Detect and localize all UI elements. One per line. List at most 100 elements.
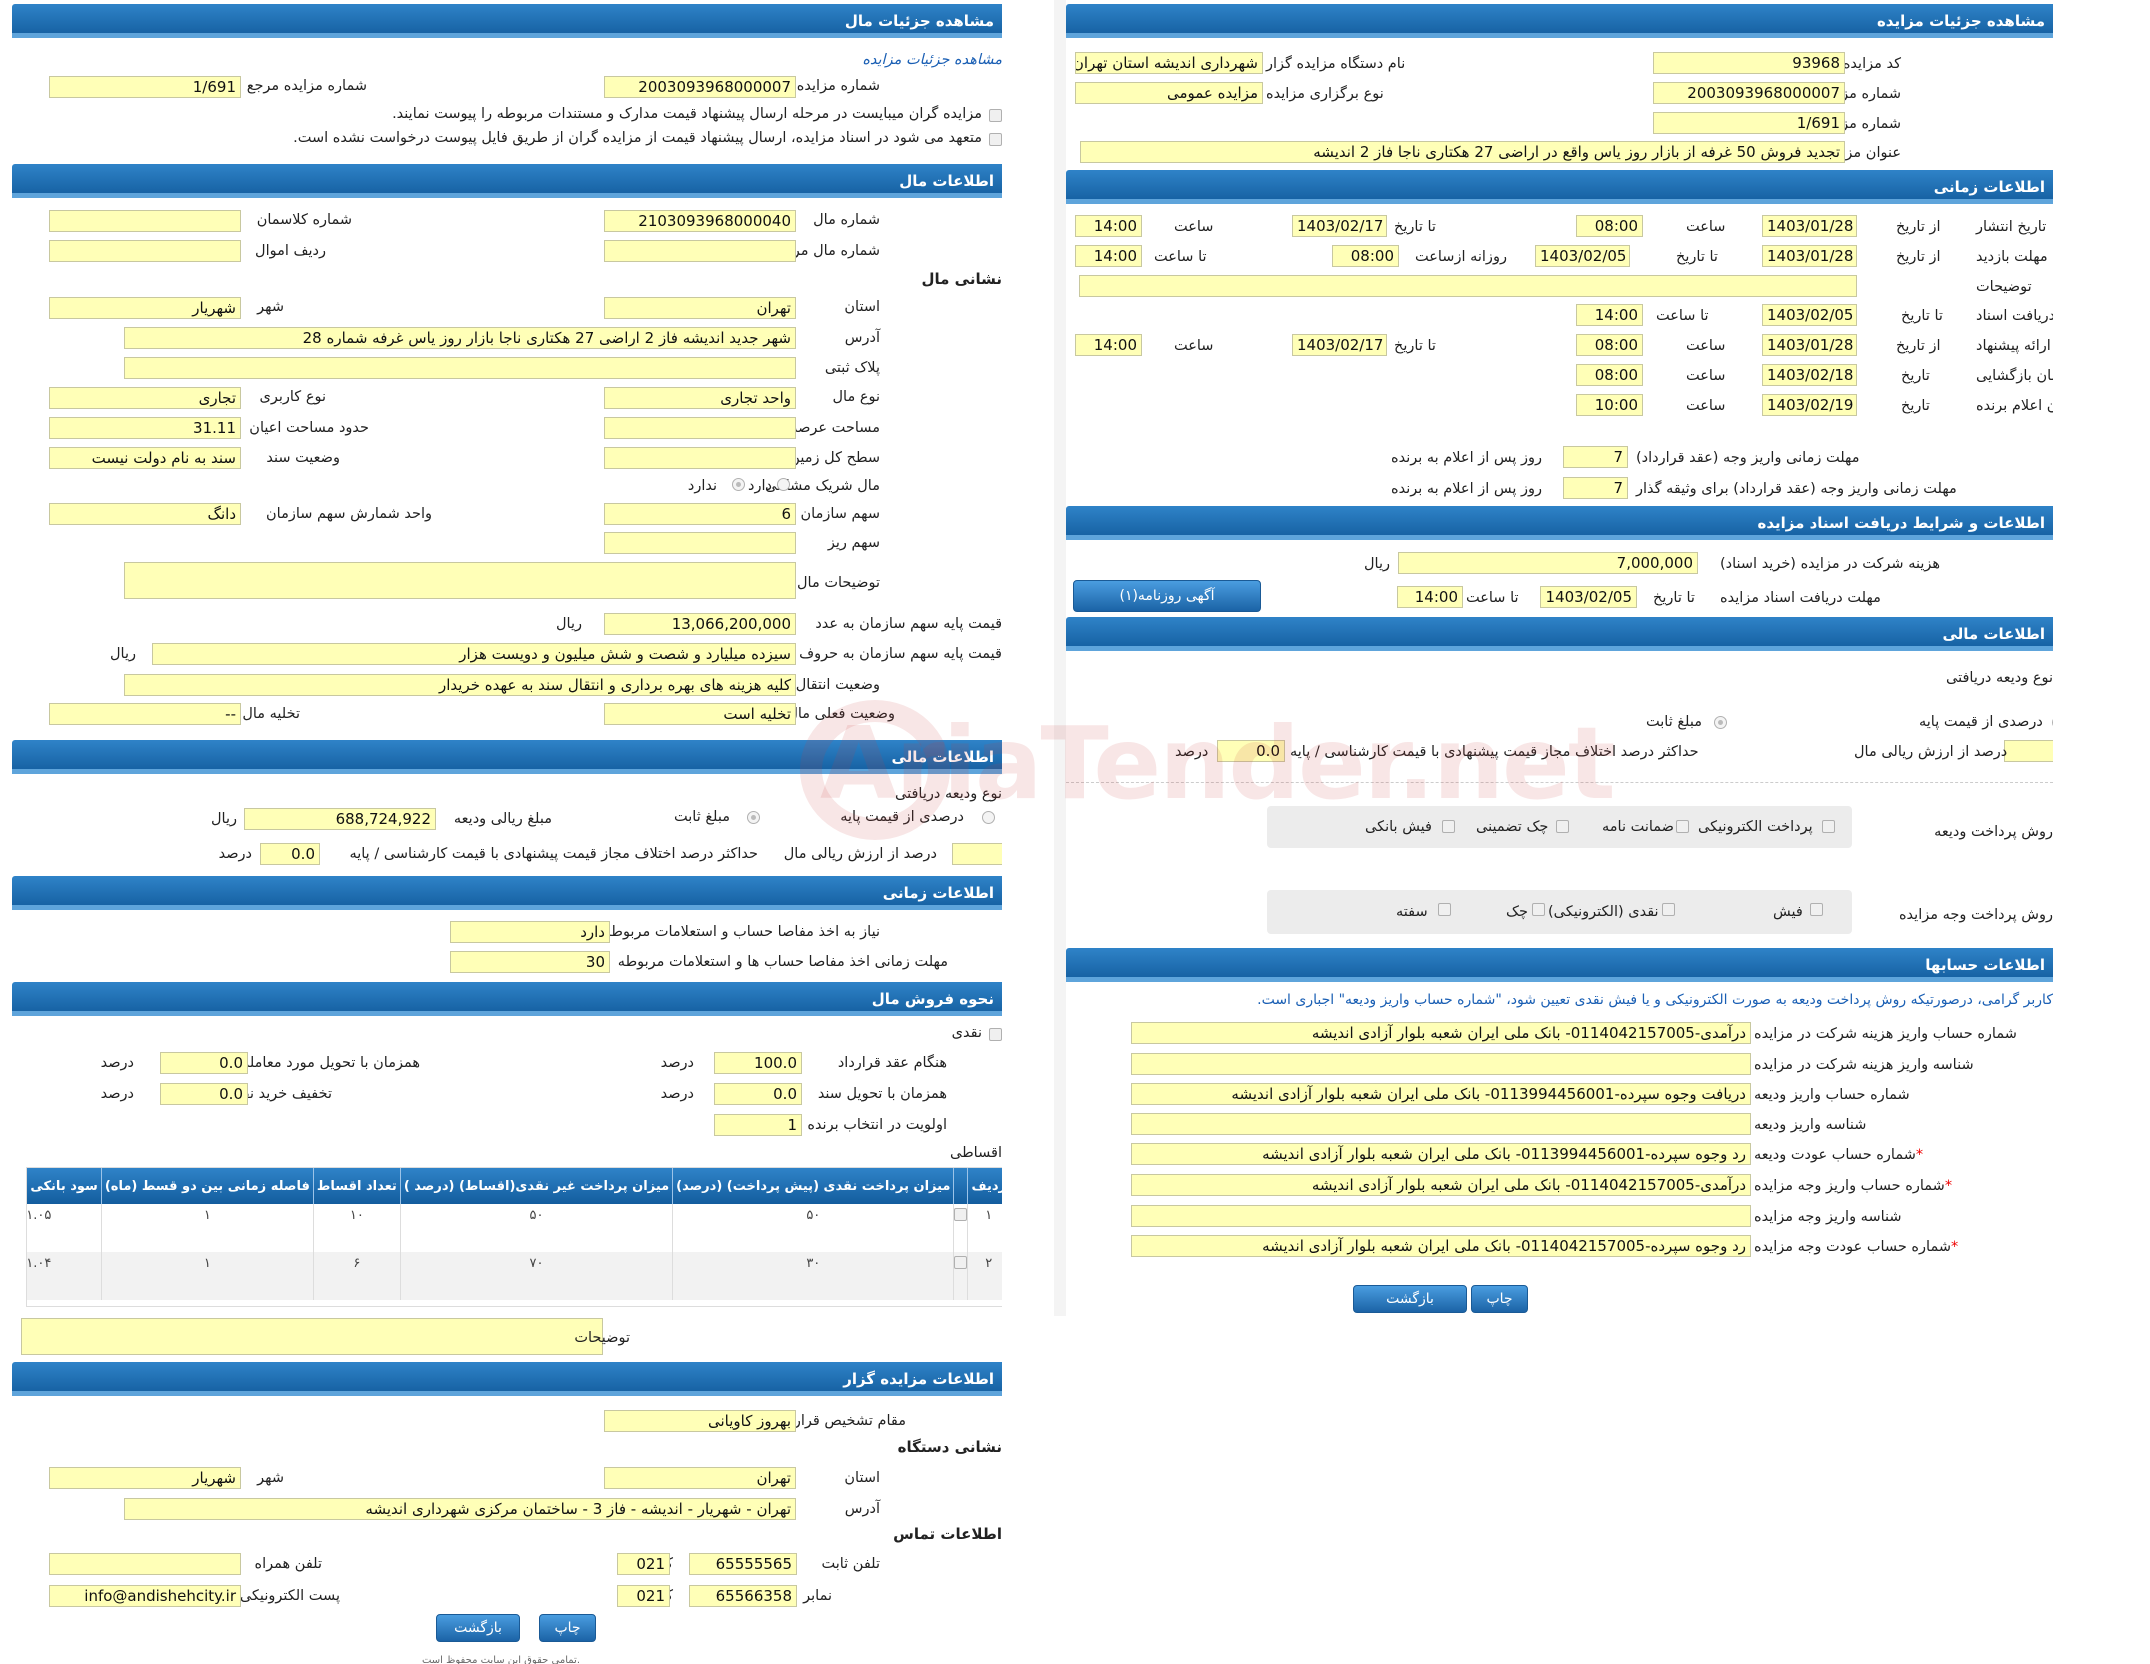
asset-row-field	[49, 240, 241, 262]
auction-no-field-r: 2003093968000007	[1653, 82, 1845, 104]
auction-kind-field: مزایده عمومی	[1075, 82, 1263, 104]
table-cell: ۳۰	[672, 1252, 955, 1300]
table-cell: ۱۰	[313, 1204, 401, 1252]
bond-deadline-days: روز پس از اعلام به برنده	[1391, 481, 1543, 497]
usage-label: نوع کاربری	[259, 389, 327, 405]
fax-code-field: 021	[617, 1585, 670, 1607]
print-button[interactable]: چاپ	[539, 1614, 596, 1642]
daily-to-field: 14:00	[1075, 245, 1142, 267]
daily-to-label: تا ساعت	[1154, 249, 1207, 265]
acc1-field: درآمدی-0114042157005- بانک ملی ایران شعب…	[1131, 1022, 1751, 1044]
header-accounts: اطلاعات حسابها	[1066, 948, 2053, 982]
auction-details-panel: مشاهده جزئیات مزایده کد مزایده گزار 9396…	[1054, 0, 2053, 1316]
dm-guarantee-checkbox	[1676, 820, 1689, 833]
max-diff-percent: درصد	[218, 846, 252, 862]
with-doc-percent: درصد	[660, 1086, 694, 1102]
address-label: آدرس	[844, 330, 880, 346]
header-financial-info-r: اطلاعات مالی	[1066, 617, 2053, 651]
table-cell: ۱.۰۴	[27, 1252, 102, 1300]
installment-notes-label: توضیحات	[574, 1330, 630, 1346]
phone-code-field: 021	[617, 1553, 670, 1575]
vacate-field: --	[49, 703, 241, 725]
authority-label: مقام تشخیص قرارداد	[776, 1413, 906, 1429]
pm-slip-label: فیش	[1773, 904, 1803, 920]
required-star: *	[1944, 1178, 1953, 1194]
ref-no-label: شماره مزایده مرجع	[246, 78, 367, 94]
note1-checkbox	[989, 109, 1002, 122]
table-cell: ۱.۰۵	[27, 1204, 102, 1252]
offer-from-time-field: 08:00	[1576, 334, 1643, 356]
price-num-label: قیمت پایه سهم سازمان به عدد	[815, 616, 1002, 632]
clearance-days-field: 30	[450, 951, 610, 973]
pm-check-label: چک	[1506, 904, 1528, 920]
row-checkbox[interactable]	[954, 1208, 968, 1221]
table-header-cell: فاصله زمانی بین دو قسط (ماه)	[101, 1168, 314, 1204]
row-select-checkbox[interactable]	[953, 1204, 969, 1252]
class-no-label: شماره کلاسمان	[256, 212, 352, 228]
pm-check-checkbox	[1532, 903, 1545, 916]
cash-discount-field: 0.0	[160, 1083, 248, 1105]
daily-from-field: 08:00	[1332, 245, 1399, 267]
table-header-cell: تعداد اقساط	[313, 1168, 401, 1204]
fax-field: 65566358	[689, 1585, 797, 1607]
table-row: ۲۳۰۷۰۶۱۱.۰۴۳اولویت نقدی	[27, 1252, 1002, 1300]
offer-to-time-label: ساعت	[1174, 338, 1214, 354]
table-header-cell: ردیف	[967, 1168, 1002, 1204]
table-cell: ۶	[313, 1252, 401, 1300]
priority-label: اولویت در انتخاب برنده	[807, 1117, 947, 1133]
pub-to-time-label: ساعت	[1174, 219, 1214, 235]
visit-to-field: 1403/02/05	[1535, 245, 1630, 267]
fax-label: نمابر	[803, 1588, 832, 1604]
pm-cash-checkbox	[1662, 903, 1675, 916]
row-checkbox[interactable]	[954, 1256, 968, 1269]
daily-label: روزانه ازساعت	[1415, 249, 1507, 265]
table-cell: ۵۰	[672, 1204, 955, 1252]
newspaper-ad-button[interactable]: آگهی روزنامه(۱)	[1073, 580, 1261, 612]
back-button-r[interactable]: بازگشت	[1353, 1285, 1467, 1313]
table-row: ۱۵۰۵۰۱۰۱۱.۰۵۲اولویت نقدی	[27, 1204, 1002, 1252]
open-label: زمان بازگشایی	[1976, 368, 2053, 384]
with-delivery-percent: درصد	[100, 1055, 134, 1071]
bond-deadline-field: 7	[1563, 477, 1628, 499]
winner-time-field: 10:00	[1576, 394, 1643, 416]
table-header-cell: میزان پرداخت غیر نقدی(اقساط) (درصد )	[400, 1168, 674, 1204]
offer-from-label: از تاریخ	[1896, 338, 1941, 354]
pct-value-label-r: درصد از ارزش ریالی مال	[1854, 744, 2008, 760]
price-txt-rial: ریال	[110, 646, 136, 662]
winner-date-label: تاریخ	[1901, 398, 1930, 414]
auction-details-page: مشاهده جزئیات مزایده کد مزایده گزار 9396…	[1066, 0, 2053, 1316]
type-field: واحد تجاری	[604, 387, 796, 409]
back-button[interactable]: بازگشت	[436, 1614, 520, 1642]
auction-no-field: 2003093968000007	[604, 76, 796, 98]
pct-value-label: درصد از ارزش ریالی مال	[783, 846, 937, 862]
bldg-area-label: حدود مساحت اعیان	[249, 420, 369, 436]
deposit-amount-field: 688,724,922	[244, 808, 436, 830]
watermark: AriaTender.net	[820, 705, 1616, 822]
docs-label: مهلت دریافت اسناد	[1976, 308, 2053, 324]
breadcrumb[interactable]: مشاهده جزئیات مزایده	[862, 52, 1002, 68]
offer-from-time-label: ساعت	[1686, 338, 1726, 354]
cash-discount-percent: درصد	[100, 1086, 134, 1102]
row-select-checkbox[interactable]	[953, 1252, 969, 1300]
deposit-fixed-label-r: مبلغ ثابت	[1646, 714, 1702, 730]
occupancy-field: تخلیه است	[604, 703, 796, 725]
doc-deadline-label: مهلت دریافت اسناد مزایده	[1720, 590, 1881, 606]
max-diff-field: 0.0	[260, 843, 320, 865]
section-org-address: نشانی دستگاه	[897, 1438, 1002, 1456]
org-city-field: شهریار	[49, 1467, 241, 1489]
table-cell: ۱	[101, 1252, 314, 1300]
accounts-note: کاربر گرامی، درصورتیکه روش پرداخت ودیعه …	[1257, 992, 2053, 1008]
table-cell: ۱	[101, 1204, 314, 1252]
pay-deadline-label: مهلت زمانی واریز وجه (عقد قرارداد)	[1636, 450, 1860, 466]
doc-deadline-time-field: 14:00	[1397, 586, 1463, 608]
visit-from-label: از تاریخ	[1896, 249, 1941, 265]
winner-label: زمان اعلام برنده	[1976, 398, 2053, 414]
pub-from-time-field: 08:00	[1576, 215, 1643, 237]
org-province-label: استان	[844, 1470, 880, 1486]
bond-deadline-label: مهلت زمانی واریز وجه (عقد قرارداد) برای …	[1636, 481, 1957, 497]
plate-label: پلاک ثبتی	[824, 360, 880, 376]
print-button-r[interactable]: چاپ	[1471, 1285, 1528, 1313]
ref-prop-field	[604, 240, 796, 262]
price-txt-field: سیزده میلیارد و شصت و شش میلیون و دویست …	[152, 643, 796, 665]
mobile-field	[49, 1553, 241, 1575]
